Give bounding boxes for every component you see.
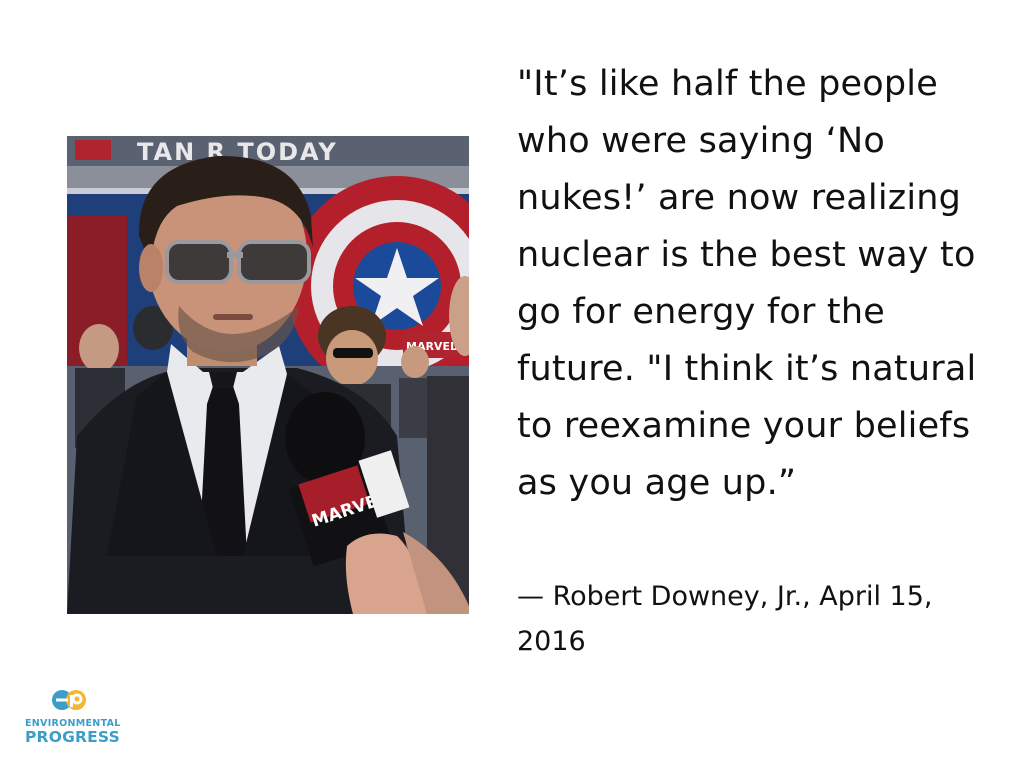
ep-logo-icon xyxy=(52,690,86,710)
quote-line: as you age up.” xyxy=(517,463,797,503)
interview-photo: TAN R TODAY MARVEL MARVEL xyxy=(67,136,469,614)
quote-attribution: — Robert Downey, Jr., April 15, 2016 xyxy=(517,574,1007,664)
quote-line: go for energy for the xyxy=(517,292,885,332)
attribution-line: 2016 xyxy=(517,626,586,657)
quote-line: to reexamine your beliefs xyxy=(517,406,971,446)
quote-line: who were saying ‘No xyxy=(517,121,885,161)
quote-line: future. "I think it’s natural xyxy=(517,349,977,389)
logo-line2: PROGRESS xyxy=(25,728,120,746)
attribution-line: — Robert Downey, Jr., April 15, xyxy=(517,581,933,612)
quote-line: nukes!’ are now realizing xyxy=(517,178,962,218)
quote-text: "It’s like half the people who were sayi… xyxy=(517,56,1002,512)
slide: TAN R TODAY MARVEL MARVEL "It’s like hal… xyxy=(0,0,1024,768)
quote-line: nuclear is the best way to xyxy=(517,235,976,275)
environmental-progress-logo: ENVIRONMENTAL PROGRESS xyxy=(25,689,120,749)
interview-photo-illustration: TAN R TODAY MARVEL MARVEL xyxy=(67,136,469,614)
quote-line: "It’s like half the people xyxy=(517,64,938,104)
